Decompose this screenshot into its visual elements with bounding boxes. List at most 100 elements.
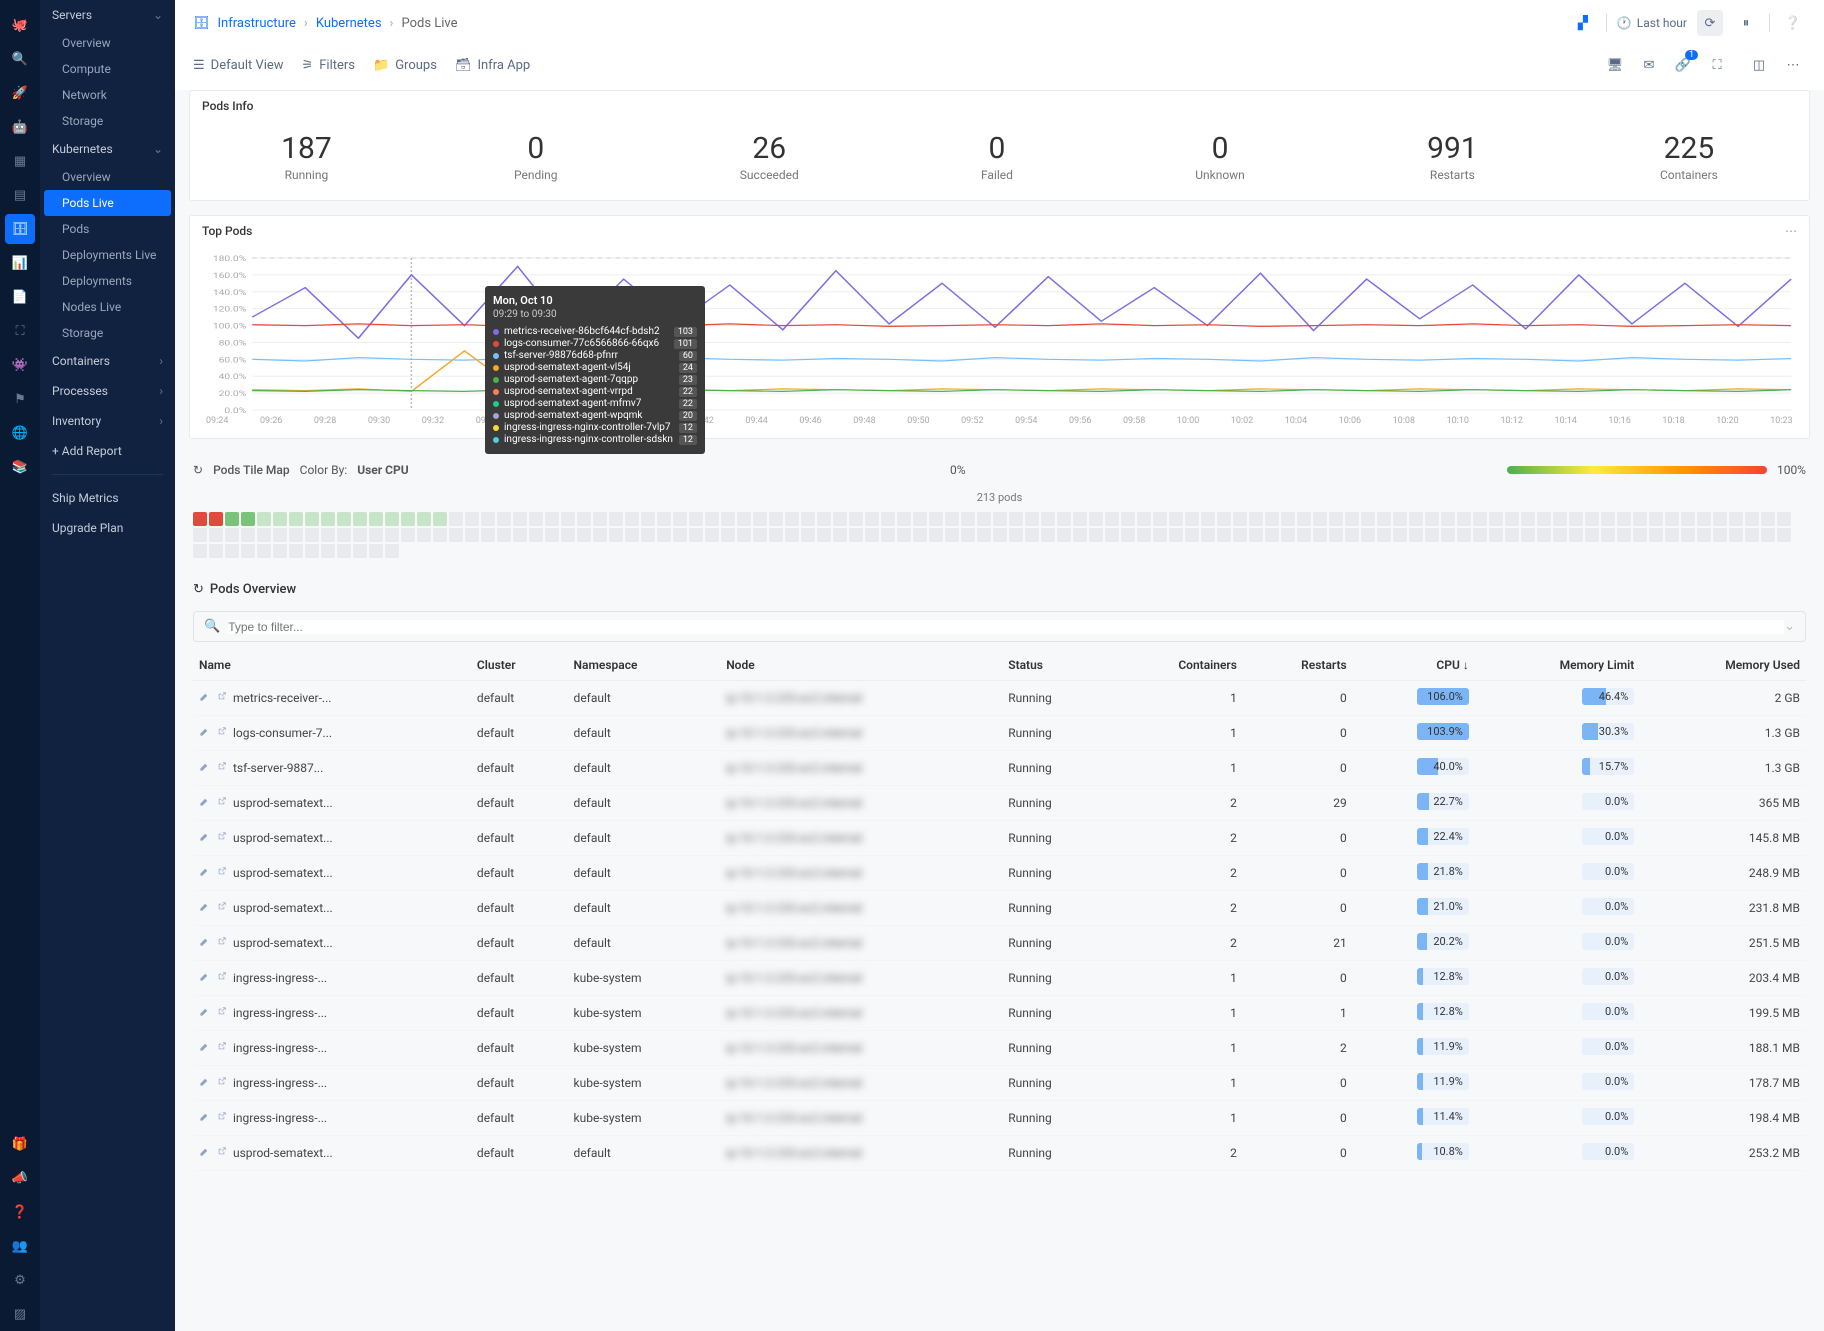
tile[interactable] bbox=[1553, 512, 1567, 526]
tile[interactable] bbox=[1329, 512, 1343, 526]
tile[interactable] bbox=[1137, 512, 1151, 526]
tile[interactable] bbox=[1537, 528, 1551, 542]
tile[interactable] bbox=[833, 512, 847, 526]
open-icon[interactable] bbox=[216, 1111, 227, 1122]
tile[interactable] bbox=[817, 512, 831, 526]
tile[interactable] bbox=[449, 512, 463, 526]
tile[interactable] bbox=[305, 512, 319, 526]
tile[interactable] bbox=[273, 512, 287, 526]
tile[interactable] bbox=[465, 512, 479, 526]
tile[interactable] bbox=[913, 528, 927, 542]
tile[interactable] bbox=[833, 528, 847, 542]
tile[interactable] bbox=[1169, 528, 1183, 542]
tile[interactable] bbox=[1745, 512, 1759, 526]
tile[interactable] bbox=[1217, 528, 1231, 542]
tile[interactable] bbox=[369, 512, 383, 526]
tile[interactable] bbox=[1409, 512, 1423, 526]
tile[interactable] bbox=[721, 512, 735, 526]
tile[interactable] bbox=[993, 512, 1007, 526]
open-icon[interactable] bbox=[216, 1041, 227, 1052]
sidebar-section-containers[interactable]: Containers bbox=[40, 346, 175, 376]
tile[interactable] bbox=[993, 528, 1007, 542]
tile[interactable] bbox=[241, 512, 255, 526]
tile[interactable] bbox=[1201, 528, 1215, 542]
tile[interactable] bbox=[1137, 528, 1151, 542]
sidebar-item-overview[interactable]: Overview bbox=[40, 30, 175, 56]
tile[interactable] bbox=[1649, 528, 1663, 542]
tile[interactable] bbox=[449, 528, 463, 542]
tile[interactable] bbox=[497, 528, 511, 542]
tile[interactable] bbox=[1185, 528, 1199, 542]
tile[interactable] bbox=[1745, 528, 1759, 542]
doc-icon[interactable]: 📄 bbox=[5, 282, 35, 312]
tile[interactable] bbox=[1281, 512, 1295, 526]
tile[interactable] bbox=[1441, 512, 1455, 526]
tile[interactable] bbox=[1233, 528, 1247, 542]
tile[interactable] bbox=[353, 528, 367, 542]
tile[interactable] bbox=[417, 512, 431, 526]
tile[interactable] bbox=[609, 512, 623, 526]
tile[interactable] bbox=[209, 512, 223, 526]
table-row[interactable]: usprod-sematext...defaultdefaultip-10-1-… bbox=[193, 1136, 1806, 1171]
tile[interactable] bbox=[1313, 512, 1327, 526]
tile[interactable] bbox=[385, 512, 399, 526]
tile[interactable] bbox=[433, 528, 447, 542]
edit-icon[interactable] bbox=[199, 796, 210, 807]
refresh-small-icon[interactable]: ↻ bbox=[193, 582, 204, 597]
tile[interactable] bbox=[289, 512, 303, 526]
tile[interactable] bbox=[1697, 512, 1711, 526]
tile[interactable] bbox=[1121, 528, 1135, 542]
tile[interactable] bbox=[753, 512, 767, 526]
megaphone-icon[interactable]: 📣 bbox=[5, 1163, 35, 1193]
tile[interactable] bbox=[737, 512, 751, 526]
tile[interactable] bbox=[1201, 512, 1215, 526]
table-row[interactable]: usprod-sematext...defaultdefaultip-10-1-… bbox=[193, 821, 1806, 856]
edit-icon[interactable] bbox=[199, 1076, 210, 1087]
col-cluster[interactable]: Cluster bbox=[471, 650, 568, 681]
bot-icon[interactable]: 🤖 bbox=[5, 112, 35, 142]
breadcrumb-root[interactable]: Infrastructure bbox=[218, 16, 296, 31]
tile[interactable] bbox=[353, 544, 367, 558]
tile[interactable] bbox=[689, 512, 703, 526]
tile[interactable] bbox=[481, 528, 495, 542]
open-icon[interactable] bbox=[216, 726, 227, 737]
row-actions[interactable] bbox=[199, 691, 227, 702]
tile[interactable] bbox=[1041, 512, 1055, 526]
top-pods-chart[interactable]: 0.0%20.0%40.0%60.0%80.0%100.0%120.0%140.… bbox=[190, 246, 1809, 438]
row-actions[interactable] bbox=[199, 761, 227, 772]
settings-icon[interactable]: ⚙ bbox=[5, 1265, 35, 1295]
row-actions[interactable] bbox=[199, 1076, 227, 1087]
tile[interactable] bbox=[1601, 528, 1615, 542]
tile[interactable] bbox=[369, 528, 383, 542]
colorby-value[interactable]: User CPU bbox=[357, 463, 408, 477]
table-row[interactable]: ingress-ingress-...defaultkube-systemip-… bbox=[193, 996, 1806, 1031]
tile[interactable] bbox=[1665, 528, 1679, 542]
tile[interactable] bbox=[1425, 528, 1439, 542]
infra-icon[interactable]: 🗄 bbox=[5, 214, 35, 244]
tile[interactable] bbox=[1185, 512, 1199, 526]
sidebar-section-kubernetes[interactable]: Kubernetes bbox=[40, 134, 175, 164]
open-icon[interactable] bbox=[216, 1146, 227, 1157]
tile[interactable] bbox=[865, 512, 879, 526]
search-icon[interactable]: 🔍 bbox=[5, 44, 35, 74]
tile[interactable] bbox=[753, 528, 767, 542]
tile[interactable] bbox=[1025, 528, 1039, 542]
row-actions[interactable] bbox=[199, 901, 227, 912]
tile[interactable] bbox=[593, 512, 607, 526]
tile[interactable] bbox=[1505, 528, 1519, 542]
tile[interactable] bbox=[1313, 528, 1327, 542]
tile[interactable] bbox=[1681, 512, 1695, 526]
tile[interactable] bbox=[577, 528, 591, 542]
tile[interactable] bbox=[241, 544, 255, 558]
edit-icon[interactable] bbox=[199, 1006, 210, 1017]
tile[interactable] bbox=[513, 528, 527, 542]
tile[interactable] bbox=[1729, 512, 1743, 526]
logo-icon[interactable]: 🐙 bbox=[5, 10, 35, 40]
globe-icon[interactable]: 🌐 bbox=[5, 418, 35, 448]
sidebar-item-compute[interactable]: Compute bbox=[40, 56, 175, 82]
edit-icon[interactable] bbox=[199, 726, 210, 737]
sidebar-item-nodes-live[interactable]: Nodes Live bbox=[40, 294, 175, 320]
row-actions[interactable] bbox=[199, 831, 227, 842]
tile[interactable] bbox=[257, 528, 271, 542]
refresh-small-icon[interactable]: ↻ bbox=[193, 463, 203, 477]
